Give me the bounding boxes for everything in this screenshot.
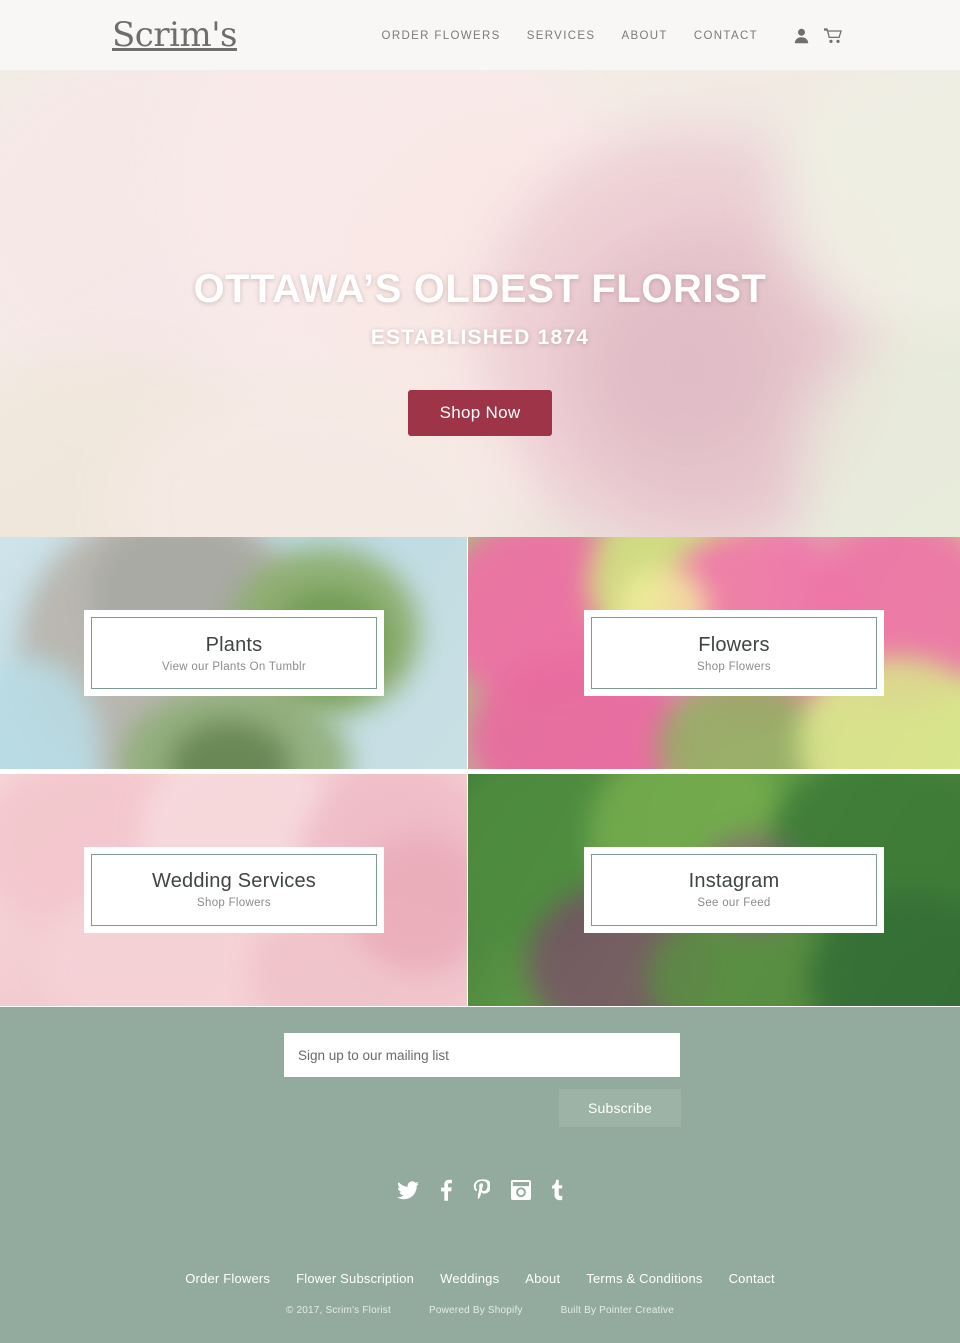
instagram-icon[interactable]	[510, 1180, 531, 1200]
site-logo[interactable]: Scrim's	[112, 12, 238, 58]
nav-item-contact[interactable]: CONTACT	[694, 30, 758, 42]
footer-link-about[interactable]: About	[525, 1271, 560, 1286]
footer-links: Order Flowers Flower Subscription Weddin…	[0, 1201, 960, 1286]
header-icons	[794, 27, 842, 44]
tile-plants-subtitle: View our Plants On Tumblr	[161, 660, 307, 673]
nav-item-about[interactable]: ABOUT	[621, 30, 667, 42]
footer-link-order-flowers[interactable]: Order Flowers	[185, 1271, 270, 1286]
pinterest-icon[interactable]	[473, 1179, 490, 1201]
powered-by-shopify-link[interactable]: Powered By Shopify	[429, 1305, 523, 1316]
footer-link-contact[interactable]: Contact	[729, 1271, 775, 1286]
footer-link-terms-and-conditions[interactable]: Terms & Conditions	[586, 1271, 702, 1286]
category-tile-grid: Plants View our Plants On Tumblr Flowers…	[0, 537, 960, 1007]
tumblr-icon[interactable]	[551, 1179, 564, 1201]
footer-link-weddings[interactable]: Weddings	[440, 1271, 499, 1286]
twitter-icon[interactable]	[396, 1180, 419, 1200]
newsletter-email-input[interactable]	[284, 1033, 680, 1077]
account-icon[interactable]	[794, 28, 809, 44]
tile-plants[interactable]: Plants View our Plants On Tumblr	[0, 537, 467, 769]
tile-wedding-services-title: Wedding Services	[151, 870, 317, 892]
footer-copyright: © 2017, Scrim's Florist Powered By Shopi…	[0, 1286, 960, 1316]
tile-plants-title: Plants	[205, 633, 263, 656]
site-header: Scrim's ORDER FLOWERS SERVICES ABOUT CON…	[0, 0, 960, 71]
subscribe-button[interactable]: Subscribe	[559, 1089, 681, 1127]
cart-icon[interactable]	[824, 27, 842, 44]
tile-wedding-services[interactable]: Wedding Services Shop Flowers	[0, 773, 467, 1006]
tile-flowers-card: Flowers Shop Flowers	[584, 610, 884, 696]
site-footer: Subscribe Order Flowers Flower Subscript…	[0, 1007, 960, 1343]
tile-flowers-title: Flowers	[698, 633, 770, 656]
tile-instagram-title: Instagram	[688, 870, 780, 892]
social-links	[0, 1127, 960, 1201]
tile-instagram[interactable]: Instagram See our Feed	[468, 773, 960, 1006]
tile-flowers-subtitle: Shop Flowers	[697, 660, 771, 673]
primary-navigation: ORDER FLOWERS SERVICES ABOUT CONTACT	[382, 0, 842, 71]
facebook-icon[interactable]	[440, 1179, 452, 1201]
tile-wedding-services-subtitle: Shop Flowers	[197, 897, 271, 909]
nav-item-services[interactable]: SERVICES	[527, 30, 596, 42]
tile-instagram-subtitle: See our Feed	[697, 897, 771, 909]
hero-content: OTTAWA’S OLDEST FLORIST ESTABLISHED 1874…	[0, 71, 960, 537]
tile-wedding-services-card: Wedding Services Shop Flowers	[84, 846, 384, 933]
hero-title: OTTAWA’S OLDEST FLORIST	[193, 267, 767, 311]
tile-instagram-card: Instagram See our Feed	[584, 846, 884, 933]
copyright-text: © 2017, Scrim's Florist	[285, 1305, 391, 1316]
built-by-pointer-creative-link[interactable]: Built By Pointer Creative	[561, 1305, 674, 1316]
newsletter-signup: Subscribe	[0, 1007, 960, 1127]
tile-plants-card: Plants View our Plants On Tumblr	[84, 610, 384, 696]
shop-now-button[interactable]: Shop Now	[407, 390, 553, 436]
footer-link-flower-subscription[interactable]: Flower Subscription	[296, 1271, 414, 1286]
hero-subtitle: ESTABLISHED 1874	[370, 326, 590, 349]
nav-item-order-flowers[interactable]: ORDER FLOWERS	[382, 30, 501, 42]
tile-flowers[interactable]: Flowers Shop Flowers	[468, 537, 960, 769]
hero-banner: OTTAWA’S OLDEST FLORIST ESTABLISHED 1874…	[0, 71, 960, 537]
